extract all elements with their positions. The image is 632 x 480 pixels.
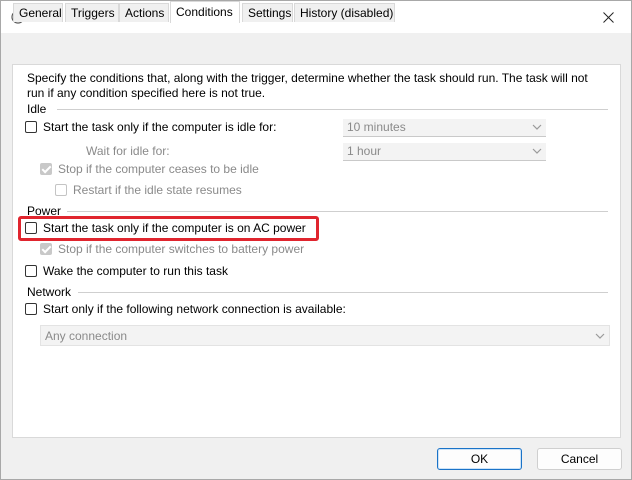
battery-stop-checkbox[interactable] <box>40 243 52 255</box>
wait-for-idle-select[interactable]: 1 hour <box>343 143 546 161</box>
idle-duration-select[interactable]: 10 minutes <box>343 119 546 137</box>
idle-checkbox-label: Start the task only if the computer is i… <box>43 120 277 134</box>
close-icon <box>602 11 614 23</box>
tab-general[interactable]: General <box>13 3 63 22</box>
conditions-description: Specify the conditions that, along with … <box>27 71 588 100</box>
wait-for-idle-value: 1 hour <box>347 144 382 158</box>
tab-conditions[interactable]: Conditions <box>170 1 240 23</box>
chevron-down-icon <box>532 124 542 130</box>
idle-section-label: Idle <box>27 102 47 116</box>
network-checkbox[interactable] <box>25 303 37 315</box>
network-checkbox-label: Start only if the following network conn… <box>43 302 346 316</box>
wake-computer-label: Wake the computer to run this task <box>43 264 228 278</box>
task-properties-window: General Triggers Actions Conditions Sett… <box>0 0 632 480</box>
cancel-button[interactable]: Cancel <box>537 448 622 470</box>
idle-checkbox[interactable] <box>25 121 37 133</box>
network-connection-value: Any connection <box>45 329 128 343</box>
wake-computer-checkbox[interactable] <box>25 265 37 277</box>
ok-button[interactable]: OK <box>437 448 522 470</box>
network-divider <box>78 292 608 293</box>
network-section-label: Network <box>27 285 72 299</box>
battery-stop-label: Stop if the computer switches to battery… <box>58 242 305 256</box>
tab-settings[interactable]: Settings <box>242 3 293 22</box>
restart-if-resumes-checkbox[interactable] <box>55 184 67 196</box>
restart-if-resumes-label: Restart if the idle state resumes <box>73 183 242 197</box>
wait-for-idle-label: Wait for idle for: <box>86 144 170 158</box>
tab-history[interactable]: History (disabled) <box>294 3 395 22</box>
stop-if-ceases-checkbox[interactable] <box>40 163 52 175</box>
idle-divider <box>57 109 608 110</box>
tab-actions[interactable]: Actions <box>119 3 169 22</box>
ac-power-highlight <box>18 216 319 241</box>
conditions-panel: Specify the conditions that, along with … <box>12 64 621 438</box>
network-connection-select[interactable]: Any connection <box>40 325 610 346</box>
idle-duration-value: 10 minutes <box>347 120 406 134</box>
chevron-down-icon <box>595 333 605 339</box>
power-divider <box>67 211 608 212</box>
chevron-down-icon <box>532 148 542 154</box>
tab-triggers[interactable]: Triggers <box>65 3 119 22</box>
close-button[interactable] <box>585 1 631 33</box>
stop-if-ceases-label: Stop if the computer ceases to be idle <box>58 162 259 176</box>
